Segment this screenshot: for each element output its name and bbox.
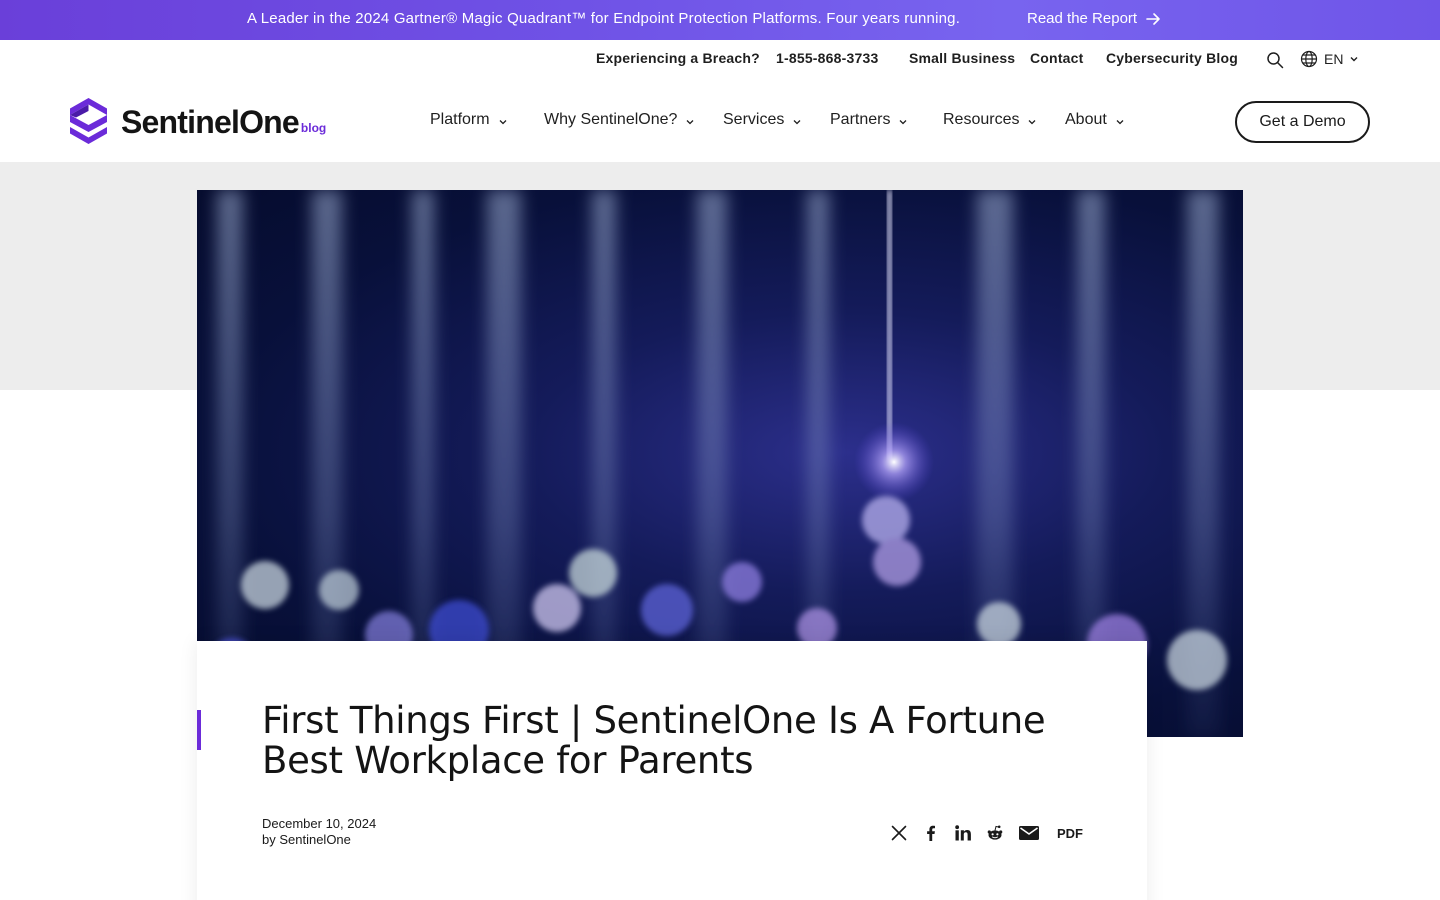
nav-item-resources[interactable]: Resources <box>943 111 1037 129</box>
share-bar: PDF <box>889 823 1083 843</box>
chevron-down-icon <box>900 119 907 124</box>
email-icon <box>1019 826 1039 840</box>
utility-bar: Experiencing a Breach? 1-855-868-3733 Sm… <box>0 50 1440 72</box>
nav-item-partners[interactable]: Partners <box>830 111 908 129</box>
get-a-demo-button[interactable]: Get a Demo <box>1235 101 1370 143</box>
contact-link[interactable]: Contact <box>1030 50 1084 66</box>
globe-icon <box>1300 50 1318 68</box>
nav-item-label: Resources <box>943 111 1020 128</box>
chevron-down-icon <box>686 119 694 124</box>
arrow-right-icon <box>1146 12 1160 25</box>
nav-item-label: About <box>1065 111 1107 128</box>
nav-item-about[interactable]: About <box>1065 111 1125 129</box>
download-pdf-link[interactable]: PDF <box>1057 826 1083 841</box>
facebook-icon <box>927 825 935 841</box>
chevron-down-icon <box>1029 119 1036 124</box>
search-icon[interactable] <box>1266 51 1284 69</box>
language-label: EN <box>1324 51 1344 67</box>
share-reddit-button[interactable] <box>985 823 1005 843</box>
nav-item-platform[interactable]: Platform <box>430 111 508 129</box>
breach-link[interactable]: Experiencing a Breach? <box>596 50 760 66</box>
sentinelone-logo-mark <box>70 98 107 144</box>
phone-link[interactable]: 1-855-868-3733 <box>776 50 878 66</box>
announcement-banner: A Leader in the 2024 Gartner® Magic Quad… <box>0 0 1440 40</box>
nav-item-label: Partners <box>830 111 891 128</box>
nav-item-label: Services <box>723 111 785 128</box>
reddit-icon <box>987 825 1003 840</box>
nav-item-label: Platform <box>430 111 490 128</box>
sentinelone-logo[interactable]: SentinelOne blog <box>70 98 326 144</box>
read-report-label: Read the Report <box>1027 10 1138 27</box>
banner-text: A Leader in the 2024 Gartner® Magic Quad… <box>247 10 961 27</box>
article-date: December 10, 2024 <box>262 816 377 831</box>
article-card: First Things First | SentinelOne Is A Fo… <box>197 641 1147 900</box>
chevron-down-icon <box>793 119 801 124</box>
nav-item-why-sentinelone[interactable]: Why SentinelOne? <box>544 111 695 129</box>
cybersecurity-blog-link[interactable]: Cybersecurity Blog <box>1106 50 1238 66</box>
read-report-link[interactable]: Read the Report <box>1027 10 1161 27</box>
logo-blog-suffix: blog <box>300 121 327 135</box>
article-byline: by SentinelOne <box>262 832 351 847</box>
article-title: First Things First | SentinelOne Is A Fo… <box>262 699 1046 782</box>
small-business-link[interactable]: Small Business <box>909 50 1015 66</box>
language-selector[interactable]: EN <box>1300 50 1359 68</box>
article-meta: December 10, 2024 by SentinelOne <box>262 816 376 848</box>
share-linkedin-button[interactable] <box>953 823 973 843</box>
logo-wordmark: SentinelOne <box>121 104 300 140</box>
chevron-down-icon <box>499 119 507 124</box>
share-x-button[interactable] <box>889 823 909 843</box>
share-facebook-button[interactable] <box>921 823 941 843</box>
nav-item-label: Why SentinelOne? <box>544 111 678 128</box>
title-accent-bar <box>197 710 201 750</box>
chevron-down-icon <box>1116 119 1124 124</box>
nav-item-services[interactable]: Services <box>723 111 802 129</box>
share-email-button[interactable] <box>1017 823 1041 843</box>
x-icon <box>891 825 907 841</box>
chevron-down-icon <box>1350 57 1358 62</box>
linkedin-icon <box>955 825 971 841</box>
